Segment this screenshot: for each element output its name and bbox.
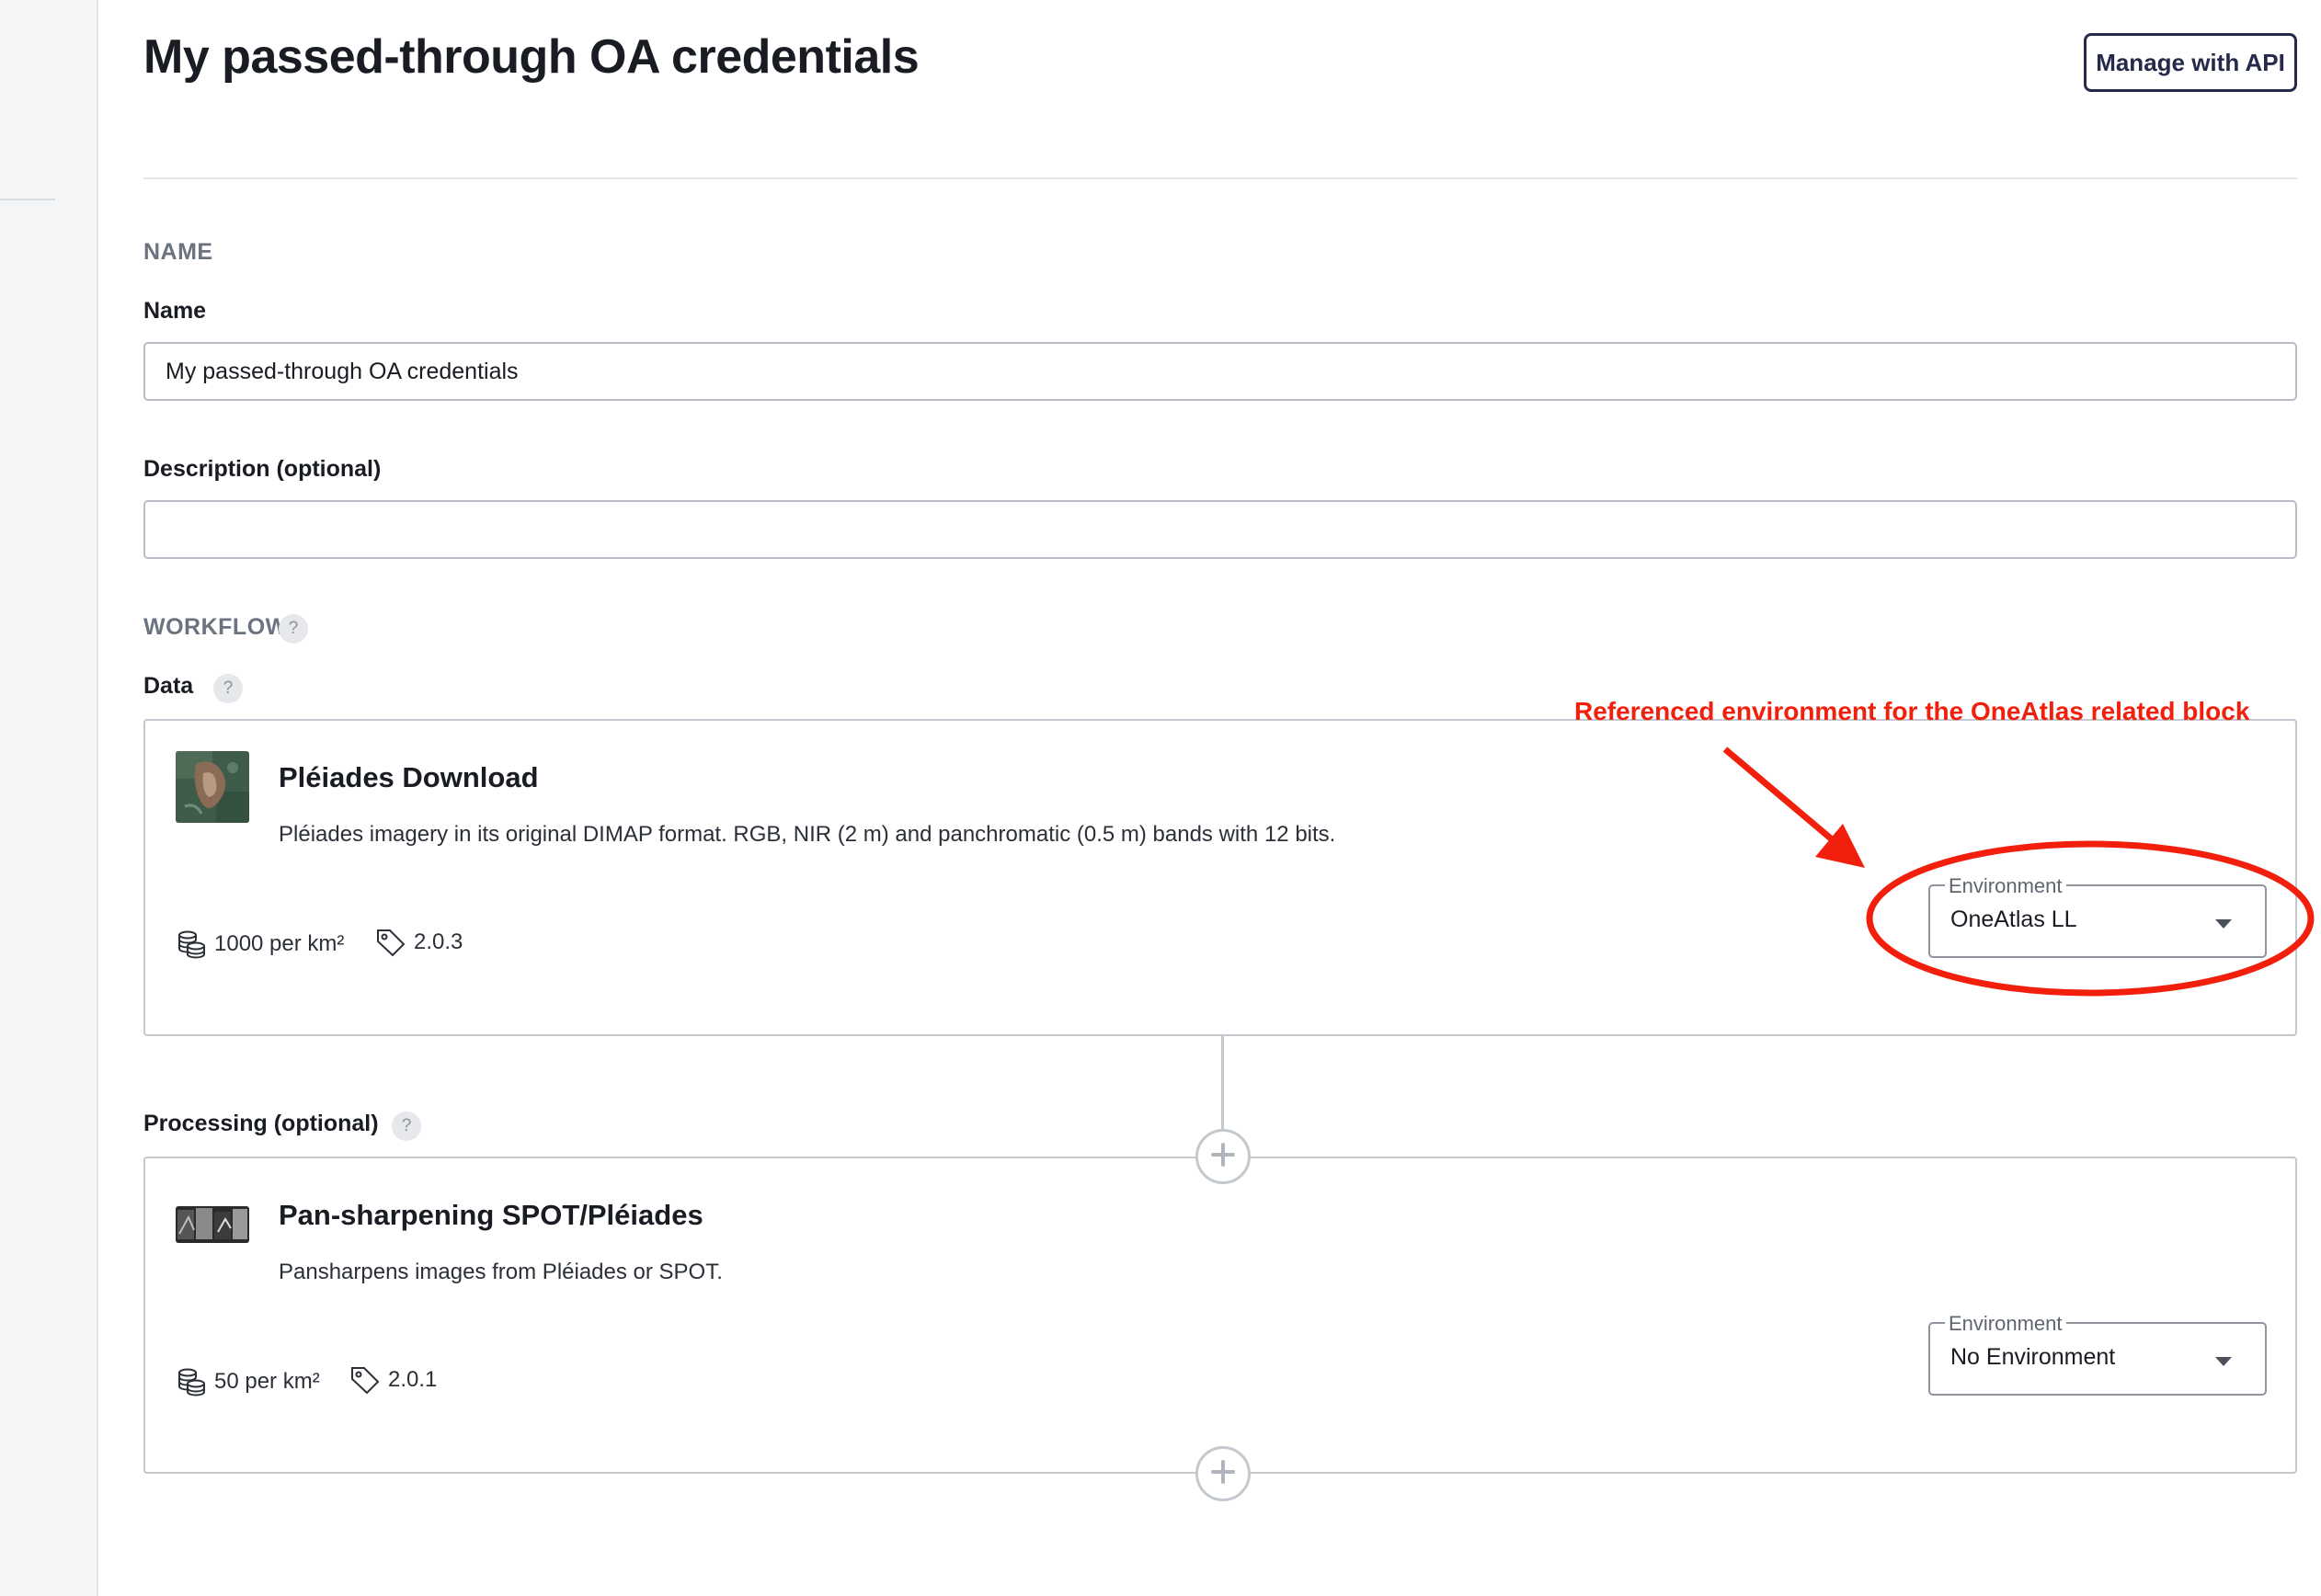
name-input[interactable]: My passed-through OA credentials — [143, 342, 2297, 401]
header-divider — [143, 177, 2297, 179]
block-credits: 1000 per km² — [176, 929, 344, 960]
left-sidebar — [0, 0, 98, 1596]
data-help-icon[interactable]: ? — [213, 674, 243, 703]
block-version: 2.0.3 — [375, 927, 463, 958]
data-label: Data — [143, 673, 194, 699]
workflow-help-icon[interactable]: ? — [279, 614, 308, 644]
plus-icon — [1209, 1458, 1237, 1490]
workflow-section-heading: WORKFLOW — [143, 614, 288, 640]
block-version: 2.0.1 — [349, 1364, 437, 1396]
description-label: Description (optional) — [143, 456, 382, 482]
processing-label: Processing (optional) — [143, 1111, 379, 1136]
version-text: 2.0.3 — [414, 929, 463, 954]
block-title: Pléiades Download — [279, 761, 539, 793]
annotation-callout-text: Referenced environment for the OneAtlas … — [1574, 697, 2250, 725]
block-title: Pan-sharpening SPOT/Pléiades — [279, 1199, 703, 1231]
environment-select[interactable]: Environment OneAtlas LL — [1928, 874, 2267, 958]
credits-text: 50 per km² — [214, 1369, 320, 1394]
tag-icon — [375, 927, 406, 958]
name-section-heading: NAME — [143, 239, 213, 265]
environment-label: Environment — [1945, 1312, 2066, 1336]
block-description: Pléiades imagery in its original DIMAP f… — [279, 822, 1336, 847]
add-block-button[interactable] — [1195, 1446, 1251, 1501]
credits-text: 1000 per km² — [214, 931, 345, 956]
environment-select[interactable]: Environment No Environment — [1928, 1312, 2267, 1396]
name-input-value: My passed-through OA credentials — [166, 358, 519, 384]
environment-value: No Environment — [1950, 1344, 2116, 1370]
coins-icon — [176, 1366, 207, 1397]
caret-down-icon — [2215, 919, 2232, 929]
environment-value: OneAtlas LL — [1950, 906, 2077, 932]
description-input[interactable] — [143, 500, 2297, 559]
coins-icon — [176, 929, 207, 960]
pan-sharpening-thumbnail — [176, 1206, 249, 1243]
block-description: Pansharpens images from Pléiades or SPOT… — [279, 1260, 723, 1284]
environment-label: Environment — [1945, 874, 2066, 898]
block-credits: 50 per km² — [176, 1366, 320, 1397]
version-text: 2.0.1 — [388, 1367, 438, 1392]
caret-down-icon — [2215, 1357, 2232, 1366]
plus-icon — [1209, 1141, 1237, 1173]
tag-icon — [349, 1364, 381, 1396]
page-title: My passed-through OA credentials — [143, 30, 920, 84]
add-block-button[interactable] — [1195, 1129, 1251, 1184]
manage-with-api-button[interactable]: Manage with API — [2084, 33, 2297, 92]
sidebar-divider — [0, 199, 55, 200]
pleiades-download-block[interactable]: Pléiades Download Pléiades imagery in it… — [143, 719, 2297, 1036]
name-label: Name — [143, 298, 207, 324]
pan-sharpening-block[interactable]: Pan-sharpening SPOT/Pléiades Pansharpens… — [143, 1157, 2297, 1474]
processing-help-icon[interactable]: ? — [392, 1112, 421, 1141]
pleiades-thumbnail — [176, 751, 249, 823]
